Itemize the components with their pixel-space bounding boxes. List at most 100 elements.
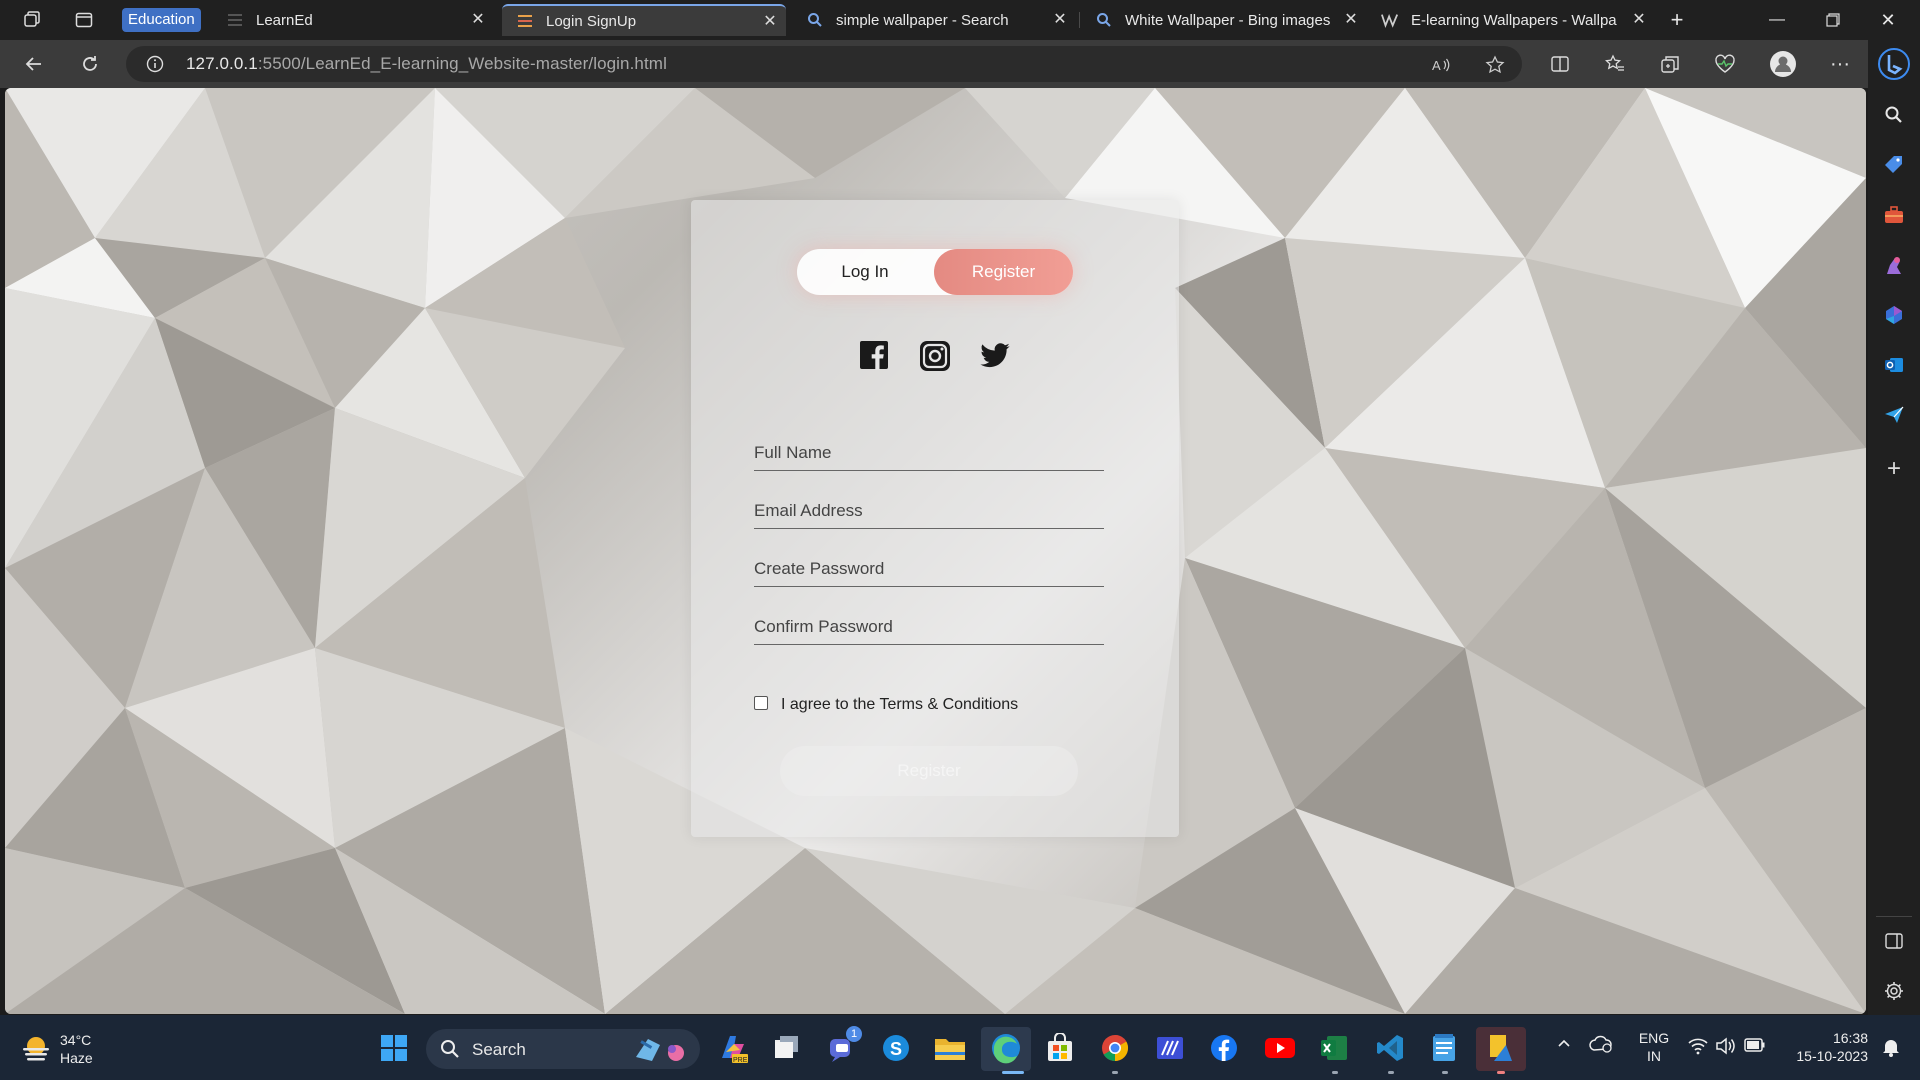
tools-briefcase-icon[interactable]: [1881, 202, 1907, 228]
close-tab-icon[interactable]: ✕: [1631, 12, 1647, 28]
clock[interactable]: 16:38 15-10-2023: [1780, 1029, 1868, 1065]
tab-actions-icon[interactable]: [72, 8, 96, 32]
chevron-up-icon[interactable]: [1556, 1035, 1572, 1056]
instagram-icon[interactable]: [919, 340, 951, 372]
microsoft-store-icon[interactable]: [1044, 1032, 1076, 1064]
browser-essentials-icon[interactable]: [1713, 52, 1737, 76]
edge-browser-icon[interactable]: [990, 1032, 1022, 1064]
search-highlight-icon: [636, 1039, 684, 1061]
notification-bell-icon[interactable]: [1882, 1037, 1900, 1062]
restore-icon[interactable]: [1821, 8, 1845, 32]
tab-learned[interactable]: LearnEd ✕: [214, 4, 494, 36]
profile-avatar-icon[interactable]: [1769, 50, 1797, 78]
close-tab-icon[interactable]: ✕: [470, 12, 486, 28]
close-tab-icon[interactable]: ✕: [1343, 12, 1359, 28]
clock-date: 15-10-2023: [1796, 1048, 1868, 1064]
facebook-app-icon[interactable]: [1208, 1032, 1240, 1064]
youtube-icon[interactable]: [1264, 1032, 1296, 1064]
notepad-running-indicator: [1442, 1071, 1448, 1074]
start-windows-icon[interactable]: [378, 1032, 410, 1064]
region-code: IN: [1647, 1048, 1661, 1064]
outlook-icon[interactable]: [1881, 352, 1907, 378]
games-icon[interactable]: [1881, 252, 1907, 278]
email-field[interactable]: [754, 485, 1104, 529]
add-sidebar-app-icon[interactable]: +: [1881, 455, 1907, 482]
language-indicator[interactable]: ENG IN: [1632, 1029, 1676, 1065]
register-tab-button[interactable]: Register: [934, 249, 1073, 295]
terms-checkbox[interactable]: [754, 696, 768, 710]
split-screen-icon[interactable]: [1548, 52, 1572, 76]
confirm-password-field[interactable]: [754, 601, 1104, 645]
bing-copilot-icon[interactable]: [1878, 48, 1910, 80]
system-tray: ENG IN 16:38 15-10-2023: [1548, 1015, 1920, 1080]
chrome-icon[interactable]: [1099, 1032, 1131, 1064]
close-tab-icon[interactable]: ✕: [1052, 12, 1068, 28]
chrome-running-indicator: [1112, 1071, 1118, 1074]
bing-search-icon: [1095, 11, 1113, 29]
close-window-icon[interactable]: ✕: [1876, 8, 1900, 32]
confirm-password-input[interactable]: [754, 601, 1104, 644]
refresh-icon[interactable]: [78, 52, 102, 76]
wifi-icon[interactable]: [1688, 1037, 1708, 1060]
twitter-icon[interactable]: [979, 340, 1011, 372]
taskbar-search-box[interactable]: Search: [426, 1029, 700, 1069]
math-app-icon[interactable]: [1154, 1032, 1186, 1064]
url-host: 127.0.0.1: [186, 54, 258, 73]
collections-icon[interactable]: [1658, 52, 1682, 76]
svg-text:PRE: PRE: [733, 1057, 748, 1064]
file-explorer-icon[interactable]: [934, 1032, 966, 1064]
favorites-icon[interactable]: [1603, 52, 1627, 76]
volume-icon[interactable]: [1715, 1036, 1737, 1061]
add-favorite-icon[interactable]: [1484, 54, 1506, 76]
microsoft-365-icon[interactable]: [1881, 302, 1907, 328]
site-info-icon[interactable]: [146, 55, 164, 73]
tab-white-wallpaper-bing[interactable]: White Wallpaper - Bing images ✕: [1085, 4, 1367, 36]
tab-label: E-learning Wallpapers - Wallpa: [1411, 11, 1617, 29]
new-tab-icon[interactable]: +: [1665, 8, 1689, 32]
facebook-icon[interactable]: [859, 340, 891, 372]
drop-send-icon[interactable]: [1881, 402, 1907, 428]
file-folder-app-icon[interactable]: [1485, 1032, 1517, 1064]
full-name-input[interactable]: [754, 427, 1104, 470]
more-menu-icon[interactable]: ···: [1828, 52, 1852, 76]
copilot-preview-icon[interactable]: PRE: [716, 1032, 748, 1064]
teams-chat-icon[interactable]: 1: [826, 1026, 862, 1064]
create-password-field[interactable]: [754, 543, 1104, 587]
url-text[interactable]: 127.0.0.1:5500/LearnEd_E-learning_Websit…: [186, 54, 667, 74]
tab-simple-wallpaper-search[interactable]: simple wallpaper - Search ✕: [796, 4, 1076, 36]
tab-label: Login SignUp: [546, 12, 637, 30]
onedrive-sync-icon[interactable]: [1588, 1034, 1614, 1059]
full-name-field[interactable]: [754, 427, 1104, 471]
back-icon[interactable]: [22, 52, 46, 76]
edge-running-indicator: [1002, 1071, 1024, 1074]
login-tab-button[interactable]: Log In: [797, 249, 933, 295]
search-icon[interactable]: [1881, 102, 1907, 128]
address-bar[interactable]: 127.0.0.1:5500/LearnEd_E-learning_Websit…: [126, 46, 1522, 82]
task-view-icon[interactable]: [770, 1032, 802, 1064]
weather-widget[interactable]: 34°C Haze: [20, 1031, 93, 1067]
close-tab-icon[interactable]: ✕: [762, 14, 778, 30]
tab-login-signup[interactable]: Login SignUp ✕: [502, 4, 786, 36]
notepad-icon[interactable]: [1428, 1032, 1460, 1064]
hide-sidebar-icon[interactable]: [1881, 928, 1907, 954]
tab-separator: [1079, 12, 1080, 28]
sidebar-settings-icon[interactable]: [1881, 978, 1907, 1004]
battery-icon[interactable]: [1744, 1038, 1766, 1057]
skype-icon[interactable]: S: [880, 1032, 912, 1064]
weather-desc: Haze: [60, 1050, 93, 1066]
read-aloud-icon[interactable]: A: [1430, 54, 1452, 76]
tab-group-label[interactable]: Education: [122, 8, 201, 32]
tab-elearning-wallpapers[interactable]: E-learning Wallpapers - Wallpa ✕: [1375, 4, 1655, 36]
email-input[interactable]: [754, 485, 1104, 528]
sidebar-divider: [1876, 916, 1912, 917]
page-viewport: Log In Register I agr: [5, 88, 1866, 1014]
shopping-tag-icon[interactable]: [1881, 152, 1907, 178]
register-submit-button[interactable]: Register: [780, 746, 1078, 796]
minimize-icon[interactable]: —: [1765, 8, 1789, 32]
create-password-input[interactable]: [754, 543, 1104, 586]
wallpaper-site-icon: [1381, 11, 1399, 29]
vscode-icon[interactable]: [1374, 1032, 1406, 1064]
workspaces-icon[interactable]: [20, 8, 44, 32]
excel-icon[interactable]: [1318, 1032, 1350, 1064]
vscode-running-indicator: [1388, 1071, 1394, 1074]
